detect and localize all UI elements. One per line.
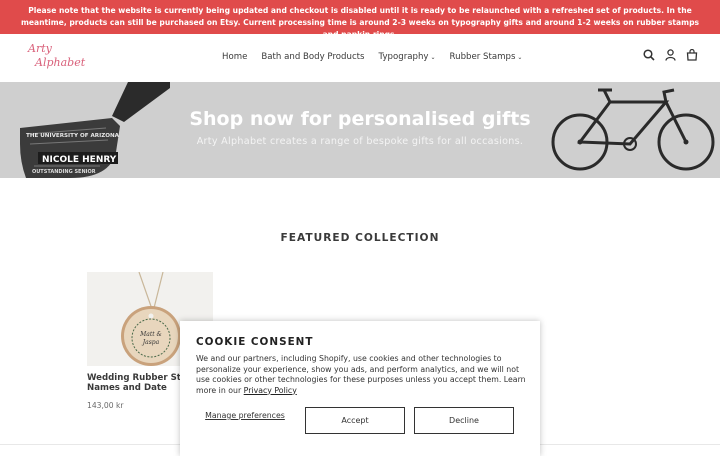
nav-item-rubber-stamps[interactable]: Rubber Stamps ⌄ xyxy=(450,52,523,62)
announcement-bar: Please note that the website is currentl… xyxy=(0,0,720,39)
cart-icon[interactable] xyxy=(686,49,698,61)
main-nav: Home Bath and Body Products Typography ⌄ … xyxy=(222,52,522,62)
manage-preferences-button[interactable]: Manage preferences xyxy=(196,411,294,420)
art-text-line-2: NICOLE HENRY xyxy=(42,155,117,165)
logo[interactable]: Arty Alphabet xyxy=(28,42,86,74)
tag-text-line-2: Jaspa xyxy=(141,339,160,346)
cookie-text: We and our partners, including Shopify, … xyxy=(196,354,526,396)
tag-text-line-1: Matt & xyxy=(139,331,162,338)
cookie-buttons: Manage preferences Accept Decline xyxy=(196,407,526,434)
account-icon[interactable] xyxy=(665,49,676,61)
nav-item-bath-label: Bath and Body Products xyxy=(261,52,365,62)
cookie-title: COOKIE CONSENT xyxy=(196,336,314,348)
nav-item-home-label: Home xyxy=(222,52,248,62)
nav-item-home[interactable]: Home xyxy=(222,52,247,62)
logo-line-2: Alphabet xyxy=(35,56,86,69)
accept-button[interactable]: Accept xyxy=(305,407,405,434)
chevron-down-icon: ⌄ xyxy=(430,54,436,61)
nav-item-typography[interactable]: Typography ⌄ xyxy=(379,52,436,62)
decline-button[interactable]: Decline xyxy=(414,407,514,434)
logo-line-1: Arty xyxy=(28,42,52,55)
bicycle-art-right xyxy=(551,88,715,171)
nav-item-rubber-stamps-label: Rubber Stamps xyxy=(449,52,516,62)
privacy-policy-link[interactable]: Privacy Policy xyxy=(244,386,297,395)
typography-art-left: THE UNIVERSITY OF ARIZONA NICOLE HENRY O… xyxy=(20,82,170,178)
nav-item-bath-and-body[interactable]: Bath and Body Products xyxy=(261,52,364,62)
search-icon[interactable] xyxy=(643,49,655,61)
chevron-down-icon: ⌄ xyxy=(517,54,523,61)
cookie-consent-dialog: COOKIE CONSENT We and our partners, incl… xyxy=(180,321,540,456)
hero-banner[interactable]: THE UNIVERSITY OF ARIZONA NICOLE HENRY O… xyxy=(0,82,720,178)
site-header: Arty Alphabet Home Bath and Body Product… xyxy=(0,34,720,82)
nav-item-typography-label: Typography xyxy=(378,52,429,62)
header-icons xyxy=(643,49,698,61)
art-text-line-3: OUTSTANDING SENIOR xyxy=(32,169,96,175)
featured-heading: FEATURED COLLECTION xyxy=(280,232,440,244)
